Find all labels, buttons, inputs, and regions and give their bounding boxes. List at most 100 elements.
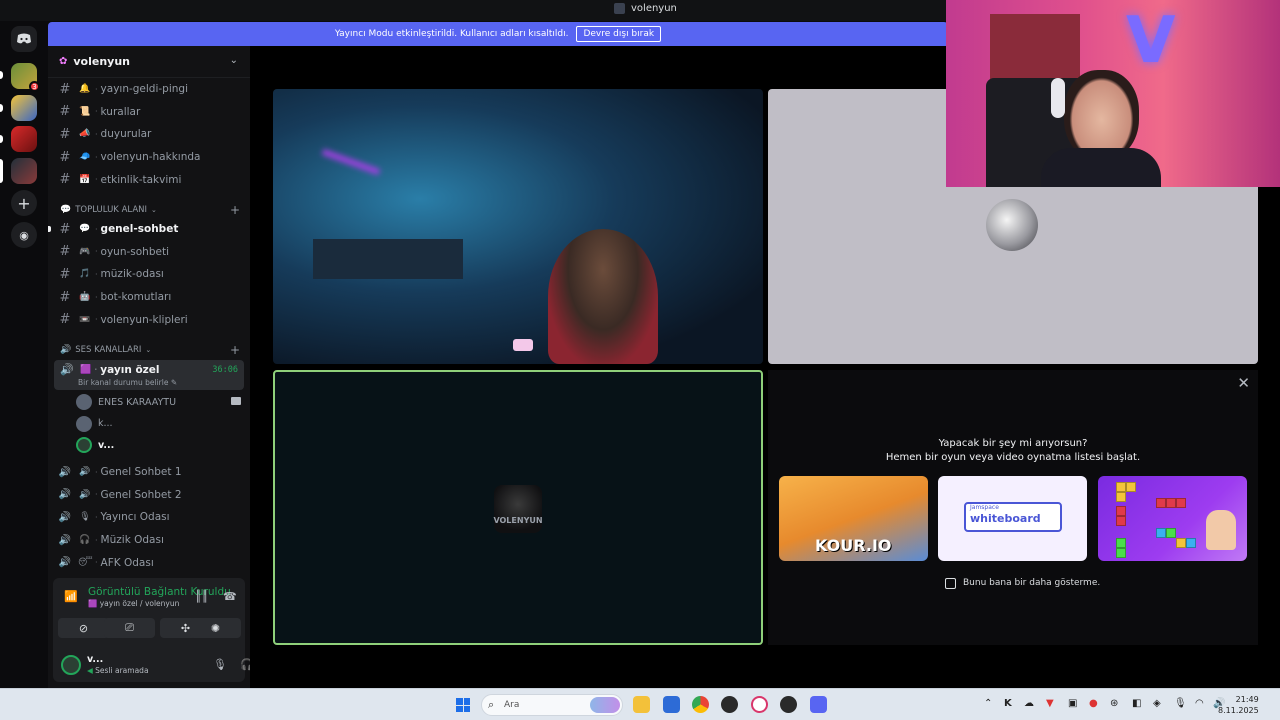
activity-card-blocks[interactable]	[1098, 476, 1247, 561]
store-icon[interactable]	[663, 696, 680, 713]
channel-item[interactable]: # 📣 · duyurular	[54, 124, 244, 144]
camera-off-button[interactable]: ⊘	[58, 618, 109, 638]
speaker-icon: 🔊	[58, 534, 72, 546]
dot-separator: ·	[95, 269, 98, 279]
connection-channel[interactable]: 🟪 yayın özel / volenyun	[88, 599, 179, 608]
dont-show-label[interactable]: Bunu bana bir daha gösterme.	[963, 578, 1100, 588]
screen-share-button[interactable]: ⎚	[104, 618, 155, 638]
channel-emoji-icon: 🎙	[79, 512, 91, 523]
signal-icon: 📶	[64, 590, 78, 603]
server-icon-volenyun[interactable]	[11, 158, 37, 184]
tile	[463, 698, 470, 705]
channel-item[interactable]: # 🧢 · volenyun-hakkında	[54, 147, 244, 167]
category-community[interactable]: 💬 TOPLULUK ALANI ⌄ +	[60, 203, 240, 217]
shield-icon[interactable]: ▼	[1046, 698, 1054, 709]
category-voice[interactable]: 🔊 SES KANALLARI ⌄ +	[60, 343, 240, 357]
cloud-icon[interactable]: ☁	[1024, 698, 1034, 709]
desk-shelf	[313, 239, 463, 279]
channel-item[interactable]: 🔊 🔊 · Genel Sohbet 2	[54, 485, 244, 505]
voice-user[interactable]: k...	[76, 415, 241, 433]
streamer-face	[1064, 70, 1139, 160]
block	[1116, 548, 1126, 558]
unread-indicator	[48, 226, 51, 232]
file-explorer-icon[interactable]	[633, 696, 650, 713]
microphone-icon[interactable]: 🎙	[213, 658, 227, 671]
channel-item[interactable]: 🔊 🎙 · Yayıncı Odası	[54, 507, 244, 527]
dont-show-checkbox[interactable]	[945, 578, 956, 589]
channel-item[interactable]: # 🔔 · yayın-geldi-pingi	[54, 79, 244, 99]
voice-user[interactable]: v...	[76, 436, 241, 454]
avatar	[76, 415, 92, 432]
server-indicator	[0, 104, 3, 112]
clock-time: 21:49	[1235, 695, 1259, 704]
explore-icon[interactable]: ◉	[11, 222, 37, 248]
disable-streamer-mode-button[interactable]: Devre dışı bırak	[576, 26, 662, 42]
block	[1176, 538, 1186, 548]
home-button[interactable]	[11, 26, 37, 52]
hand-pointer	[1206, 510, 1236, 550]
server-indicator	[0, 71, 3, 79]
close-icon[interactable]: ✕	[1237, 374, 1250, 392]
discord-taskbar-icon[interactable]	[810, 696, 827, 713]
video-tile-self[interactable]: VOLENYUN	[273, 370, 763, 645]
activity-card-whiteboard[interactable]: Jamspace whiteboard	[938, 476, 1087, 561]
activity-card-kour[interactable]: KOUR.IO	[779, 476, 928, 561]
start-button[interactable]	[456, 698, 470, 712]
obs-icon[interactable]	[721, 696, 738, 713]
wifi-icon[interactable]: ◠	[1195, 698, 1204, 709]
noise-suppression-icon[interactable]: ║║	[195, 590, 208, 603]
channel-item[interactable]: # 📼 · volenyun-klipleri	[54, 310, 244, 330]
server-icon-3[interactable]	[11, 126, 37, 152]
soundboard-button[interactable]: ✺	[190, 618, 241, 638]
channel-item[interactable]: # 🤖 · bot-komutları	[54, 287, 244, 307]
channel-label: kurallar	[100, 105, 141, 118]
add-server-icon[interactable]: +	[11, 190, 37, 216]
channel-item[interactable]: # 🎮 · oyun-sohbeti	[54, 242, 244, 262]
microphone-tray-icon[interactable]: 🎙	[1174, 698, 1187, 709]
steam-icon[interactable]: ⊛	[1110, 698, 1118, 709]
monitor-icon[interactable]: ▣	[1068, 698, 1077, 709]
channel-item[interactable]: 🔊 🔊 · Genel Sohbet 1	[54, 462, 244, 482]
mention-badge: 3	[29, 81, 40, 92]
channel-item[interactable]: # 📜 · kurallar	[54, 102, 244, 122]
kick-icon[interactable]: K	[1004, 698, 1012, 709]
channel-item[interactable]: # 📅 · etkinlik-takvimi	[54, 170, 244, 190]
avatar[interactable]	[61, 655, 81, 675]
category-label: SES KANALLARI	[75, 345, 142, 355]
channel-item[interactable]: # 💬 · genel-sohbet	[48, 219, 244, 239]
system-clock[interactable]: 21:49 8.11.2025	[1218, 694, 1259, 716]
obs-icon-2[interactable]	[780, 696, 797, 713]
chevron-up-icon[interactable]: ⌃	[984, 698, 992, 709]
channel-item[interactable]: 🔊 😴 · AFK Odası	[54, 553, 244, 573]
voice-user[interactable]: ENES KARAAYTU	[76, 393, 241, 411]
channel-status[interactable]: Bir kanal durumu belirle ✎	[78, 378, 177, 387]
voice-channel-active[interactable]: 🔊 🟪 · yayın özel 36:06 Bir kanal durumu …	[54, 360, 244, 390]
channel-emoji-icon: 💬	[79, 224, 91, 234]
disconnect-icon[interactable]: ☎	[223, 590, 237, 603]
server-header[interactable]: ✿ volenyun ⌄	[48, 46, 250, 78]
channel-item[interactable]: 🔊 🎧 · Müzik Odası	[54, 530, 244, 550]
tile	[456, 705, 463, 712]
video-tile-enes[interactable]	[273, 89, 763, 364]
hash-icon: #	[59, 81, 71, 97]
opera-icon[interactable]	[751, 696, 768, 713]
avatar	[76, 394, 92, 410]
channel-item[interactable]: # 🎵 · müzik-odası	[54, 264, 244, 284]
record-icon[interactable]: ●	[1089, 698, 1098, 709]
add-channel-icon[interactable]: +	[230, 343, 240, 357]
add-channel-icon[interactable]: +	[230, 203, 240, 217]
volenyun-logo: VOLENYUN	[493, 485, 543, 533]
channel-emoji-icon: 😴	[78, 557, 93, 568]
channel-emoji-icon: 🔊	[79, 489, 91, 500]
app-tray-icon[interactable]: ◧	[1132, 698, 1141, 709]
taskbar-search[interactable]: ⌕ Ara	[481, 694, 623, 716]
network-tray-icon[interactable]: ◈	[1153, 698, 1161, 709]
server-icon-2[interactable]	[11, 95, 37, 121]
speaker-icon: 🔊	[60, 345, 72, 355]
chrome-icon[interactable]	[692, 696, 709, 713]
connection-channel-text: yayın özel / volenyun	[99, 599, 180, 608]
server-icon-1[interactable]: 3	[11, 63, 40, 92]
search-icon: ⌕	[488, 698, 495, 711]
connection-status[interactable]: Görüntülü Bağlantı Kuruldu	[88, 586, 231, 598]
user-name[interactable]: v...	[87, 654, 103, 665]
